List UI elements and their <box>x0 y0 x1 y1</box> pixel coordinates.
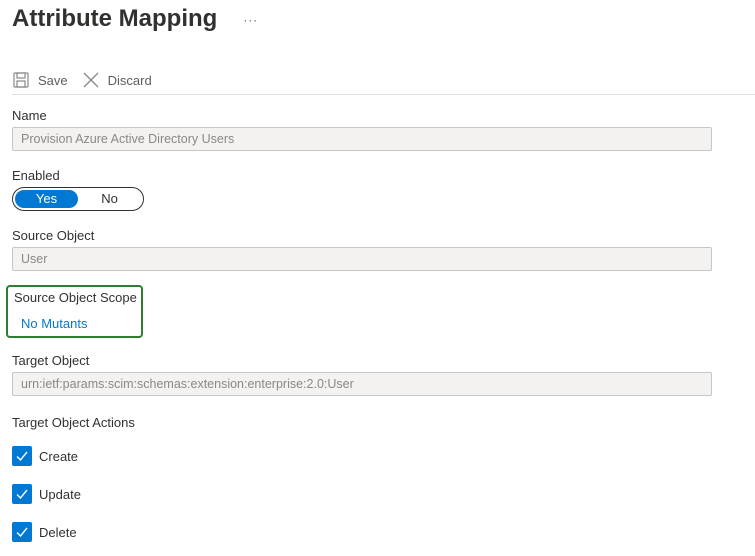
target-object-actions-label: Target Object Actions <box>12 415 135 430</box>
enabled-option-yes[interactable]: Yes <box>15 190 78 208</box>
attribute-mapping-page: Attribute Mapping ··· Save Discard Name … <box>0 0 755 556</box>
save-label: Save <box>38 72 68 88</box>
checkmark-icon <box>16 527 28 538</box>
update-label: Update <box>39 486 81 502</box>
discard-label: Discard <box>107 72 152 88</box>
checkmark-icon <box>16 489 28 500</box>
delete-checkbox[interactable] <box>12 522 32 542</box>
create-checkbox[interactable] <box>12 446 32 466</box>
source-object-label: Source Object <box>12 228 95 243</box>
save-button[interactable]: Save <box>12 68 68 92</box>
checkmark-icon <box>16 451 28 462</box>
target-object-label: Target Object <box>12 353 90 368</box>
delete-checkbox-row[interactable]: Delete <box>12 522 77 542</box>
source-object-scope-link[interactable]: No Mutants <box>21 316 87 331</box>
more-options-icon[interactable]: ··· <box>243 13 258 27</box>
enabled-label: Enabled <box>12 168 60 183</box>
enabled-toggle: Yes No <box>12 187 144 211</box>
create-checkbox-row[interactable]: Create <box>12 446 78 466</box>
source-object-scope-highlight: Source Object Scope No Mutants <box>6 285 143 338</box>
source-object-scope-label: Source Object Scope <box>14 290 137 305</box>
discard-button[interactable]: Discard <box>82 68 152 92</box>
source-object-input[interactable]: User <box>12 247 712 271</box>
update-checkbox[interactable] <box>12 484 32 504</box>
close-icon <box>82 71 100 89</box>
save-icon <box>12 71 30 89</box>
page-title: Attribute Mapping <box>12 5 218 32</box>
name-input[interactable]: Provision Azure Active Directory Users <box>12 127 712 151</box>
target-object-input[interactable]: urn:ietf:params:scim:schemas:extension:e… <box>12 372 712 396</box>
delete-label: Delete <box>39 524 77 540</box>
name-label: Name <box>12 108 47 123</box>
command-bar: Save Discard <box>12 66 755 95</box>
enabled-option-no[interactable]: No <box>78 190 141 208</box>
create-label: Create <box>39 448 79 464</box>
update-checkbox-row[interactable]: Update <box>12 484 81 504</box>
title-row: Attribute Mapping ··· <box>12 4 258 34</box>
